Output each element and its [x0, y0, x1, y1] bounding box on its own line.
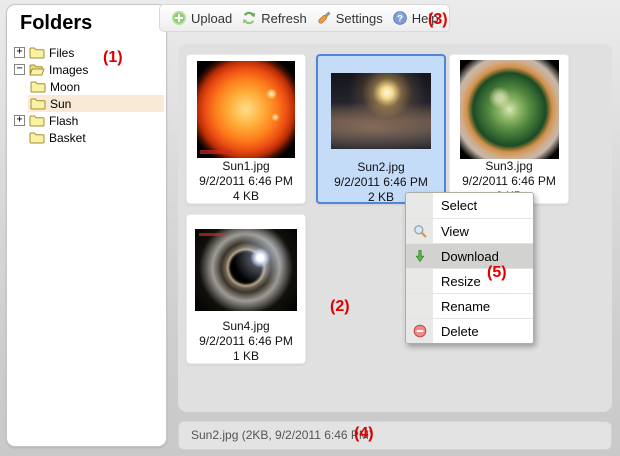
- folder-icon: [29, 46, 45, 59]
- status-bar: Sun2.jpg (2KB, 9/2/2011 6:46 PM): [178, 421, 612, 450]
- settings-icon: [316, 10, 332, 26]
- folder-open-icon: [29, 63, 45, 76]
- menu-item-delete[interactable]: Delete: [406, 318, 533, 343]
- menu-item-label: Select: [433, 198, 477, 213]
- refresh-icon: [241, 10, 257, 26]
- menu-item-label: Rename: [433, 299, 490, 314]
- thumbnail-box: [318, 61, 444, 160]
- refresh-button[interactable]: Refresh: [241, 10, 307, 26]
- sun2-thumbnail-image: [331, 73, 431, 149]
- file-card-sun1[interactable]: Sun1.jpg 9/2/2011 6:46 PM 4 KB: [186, 54, 306, 204]
- tree-item-label: Sun: [50, 97, 71, 111]
- svg-text:?: ?: [397, 13, 403, 24]
- folder-tree-panel: Folders + Files − Images Moon Sun + Flas…: [6, 4, 167, 447]
- folder-icon: [29, 131, 45, 144]
- sun3-thumbnail-image: [460, 60, 559, 159]
- expander-spacer: [14, 132, 25, 143]
- file-size: 4 KB: [187, 189, 305, 204]
- tree-item-label: Moon: [50, 80, 80, 94]
- folder-icon: [29, 114, 45, 127]
- tree-item-basket[interactable]: Basket: [7, 129, 166, 146]
- expand-icon[interactable]: +: [14, 47, 25, 58]
- expand-icon[interactable]: +: [14, 115, 25, 126]
- thumbnail-box: [450, 60, 568, 159]
- menu-item-select[interactable]: Select: [406, 193, 533, 218]
- menu-item-label: View: [433, 224, 469, 239]
- refresh-label: Refresh: [261, 11, 307, 26]
- file-manager-window: Folders + Files − Images Moon Sun + Flas…: [0, 0, 620, 456]
- file-size: 1 KB: [187, 349, 305, 364]
- file-name: Sun1.jpg: [187, 159, 305, 174]
- collapse-icon[interactable]: −: [14, 64, 25, 75]
- timestamp-overlay: [200, 150, 232, 154]
- file-card-sun2-selected[interactable]: Sun2.jpg 9/2/2011 6:46 PM 2 KB: [316, 54, 446, 204]
- annotation-4: (4): [354, 425, 374, 443]
- folder-icon: [30, 97, 46, 110]
- status-text: Sun2.jpg (2KB, 9/2/2011 6:46 PM): [191, 428, 373, 442]
- sun4-thumbnail-image: [195, 229, 297, 311]
- delete-icon: [406, 324, 433, 338]
- tree-item-label: Flash: [49, 114, 78, 128]
- file-name: Sun3.jpg: [450, 159, 568, 174]
- panel-title: Folders: [20, 12, 166, 35]
- menu-item-label: Delete: [433, 324, 479, 339]
- context-menu: Select View Download Resize Rename De: [405, 192, 534, 344]
- annotation-2: (2): [330, 298, 350, 316]
- tree-item-images[interactable]: − Images: [7, 61, 166, 78]
- upload-icon: [171, 10, 187, 26]
- upload-label: Upload: [191, 11, 232, 26]
- magnifier-icon: [406, 224, 433, 238]
- annotation-5: (5): [487, 264, 507, 282]
- upload-button[interactable]: Upload: [171, 10, 232, 26]
- file-name: Sun4.jpg: [187, 319, 305, 334]
- sun1-thumbnail-image: [197, 61, 295, 158]
- menu-item-rename[interactable]: Rename: [406, 293, 533, 318]
- tree-item-moon[interactable]: Moon: [7, 78, 166, 95]
- file-date: 9/2/2011 6:46 PM: [450, 174, 568, 189]
- timestamp-overlay: [199, 233, 225, 236]
- file-grid-panel: Sun1.jpg 9/2/2011 6:46 PM 4 KB Sun2.jpg …: [178, 44, 612, 412]
- file-date: 9/2/2011 6:46 PM: [187, 334, 305, 349]
- settings-button[interactable]: Settings: [316, 10, 383, 26]
- tree-item-label: Files: [49, 46, 74, 60]
- file-card-sun3[interactable]: Sun3.jpg 9/2/2011 6:46 PM 3 KB: [449, 54, 569, 204]
- tree-item-flash[interactable]: + Flash: [7, 112, 166, 129]
- file-date: 9/2/2011 6:46 PM: [318, 175, 444, 190]
- file-name: Sun2.jpg: [318, 160, 444, 175]
- folder-icon: [30, 80, 46, 93]
- help-icon: ?: [392, 10, 408, 26]
- toolbar: Upload Refresh Settings ? Help: [159, 4, 450, 32]
- menu-item-label: Download: [433, 249, 499, 264]
- menu-item-label: Resize: [433, 274, 481, 289]
- tree-item-label: Images: [49, 63, 88, 77]
- tree-item-sun-selected[interactable]: Sun: [7, 95, 166, 112]
- menu-item-download-highlighted[interactable]: Download: [406, 243, 533, 268]
- tree-item-files[interactable]: + Files: [7, 44, 166, 61]
- tree-item-label: Basket: [49, 131, 86, 145]
- thumbnail-box: [187, 220, 305, 319]
- file-card-sun4[interactable]: Sun4.jpg 9/2/2011 6:46 PM 1 KB: [186, 214, 306, 364]
- thumbnail-box: [187, 60, 305, 159]
- file-date: 9/2/2011 6:46 PM: [187, 174, 305, 189]
- annotation-1: (1): [103, 49, 123, 67]
- menu-item-resize[interactable]: Resize: [406, 268, 533, 293]
- menu-item-view[interactable]: View: [406, 218, 533, 243]
- annotation-3: (3): [428, 11, 448, 29]
- settings-label: Settings: [336, 11, 383, 26]
- down-arrow-icon: [406, 249, 433, 263]
